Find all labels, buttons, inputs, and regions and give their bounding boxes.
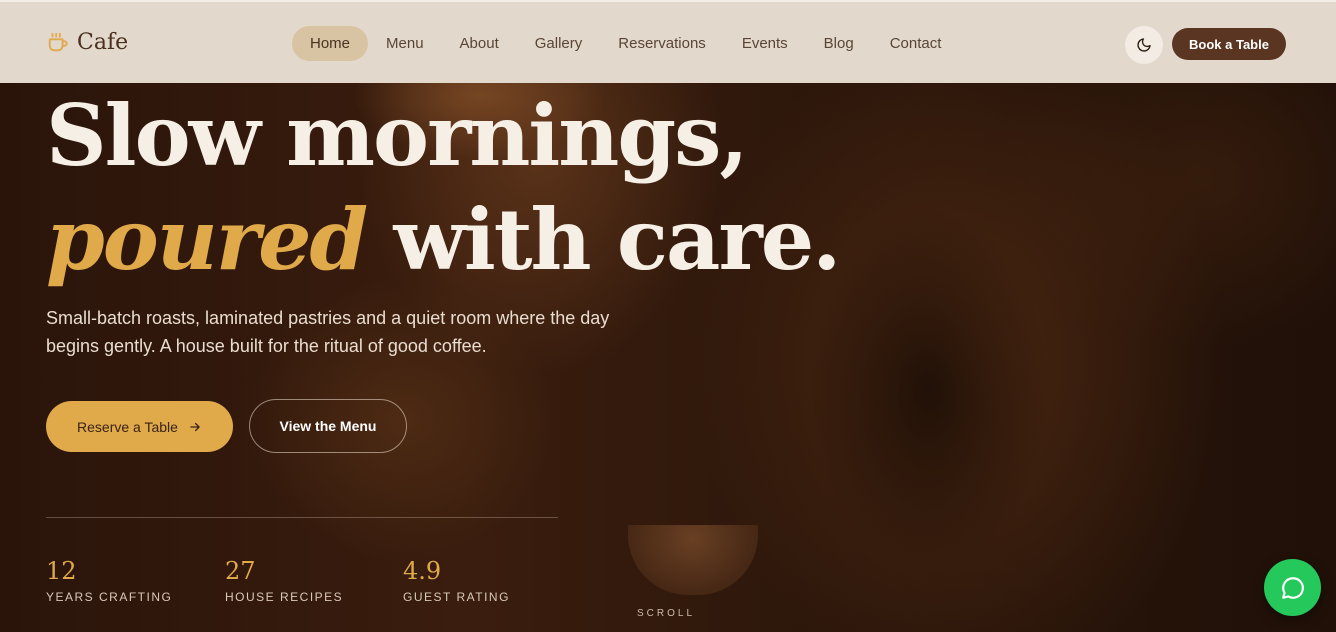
nav-item-about[interactable]: About bbox=[442, 26, 517, 61]
coffee-cup-photo bbox=[628, 525, 758, 595]
headline-line-1: Slow mornings, bbox=[46, 86, 749, 185]
nav-item-home[interactable]: Home bbox=[292, 26, 369, 61]
reserve-table-label: Reserve a Table bbox=[77, 418, 178, 435]
chat-button[interactable] bbox=[1264, 559, 1321, 616]
headline-line-2: with care. bbox=[366, 190, 842, 289]
top-navbar: Cafe Home Menu About Gallery Reservation… bbox=[0, 0, 1336, 83]
stats-divider bbox=[46, 517, 558, 518]
nav-item-menu[interactable]: Menu bbox=[368, 26, 442, 61]
nav-item-contact[interactable]: Contact bbox=[872, 26, 960, 61]
stat-label: YEARS CRAFTING bbox=[46, 590, 173, 604]
nav-item-blog[interactable]: Blog bbox=[806, 26, 872, 61]
main-nav: Home Menu About Gallery Reservations Eve… bbox=[292, 26, 959, 61]
stat-rating: 4.9 GUEST RATING bbox=[403, 556, 510, 604]
scroll-indicator[interactable]: SCROLL bbox=[637, 608, 695, 619]
book-table-button[interactable]: Book a Table bbox=[1172, 28, 1286, 60]
chat-bubble-icon bbox=[1281, 576, 1304, 599]
arrow-right-icon bbox=[190, 422, 200, 431]
stat-value: 27 bbox=[225, 557, 256, 585]
stat-years: 12 YEARS CRAFTING bbox=[46, 556, 172, 604]
brand-name: Cafe bbox=[77, 30, 129, 55]
hero-subcopy: Small-batch roasts, laminated pastries a… bbox=[46, 308, 610, 356]
stat-value: 12 bbox=[46, 557, 77, 585]
nav-item-reservations[interactable]: Reservations bbox=[600, 26, 724, 61]
stat-label: GUEST RATING bbox=[403, 590, 510, 604]
reserve-table-button[interactable]: Reserve a Table bbox=[46, 401, 233, 452]
brand-logo[interactable]: Cafe bbox=[47, 30, 128, 55]
stat-value: 4.9 bbox=[403, 557, 442, 585]
view-menu-button[interactable]: View the Menu bbox=[249, 399, 407, 453]
headline-accent-word: poured bbox=[46, 190, 368, 289]
moon-icon bbox=[1137, 38, 1151, 52]
stat-recipes: 27 HOUSE RECIPES bbox=[225, 556, 343, 604]
coffee-cup-icon bbox=[48, 32, 68, 51]
nav-item-gallery[interactable]: Gallery bbox=[517, 26, 601, 61]
hero-headline: Slow mornings, poured with care. bbox=[46, 84, 842, 292]
barista-photo bbox=[780, 130, 1200, 632]
nav-item-events[interactable]: Events bbox=[724, 26, 806, 61]
stat-label: HOUSE RECIPES bbox=[225, 590, 344, 604]
theme-toggle-button[interactable] bbox=[1125, 26, 1163, 64]
